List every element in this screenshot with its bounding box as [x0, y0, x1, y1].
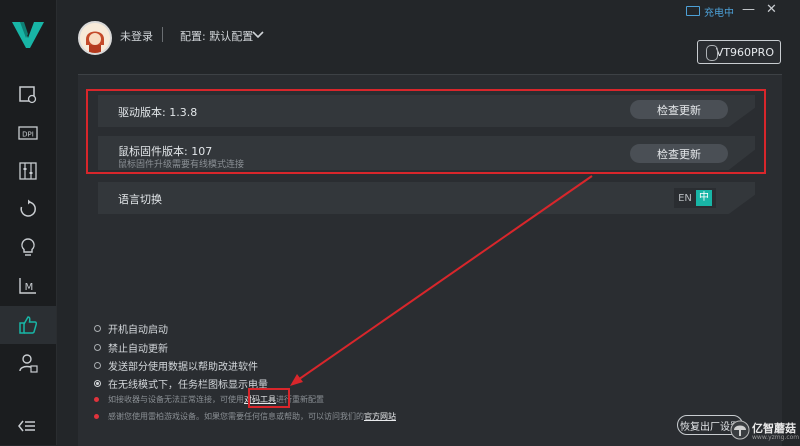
sidebar-item-lighting[interactable]	[0, 228, 56, 266]
option-label: 在无线模式下，任务栏图标显示电量	[108, 380, 268, 391]
login-status[interactable]: 未登录	[120, 28, 153, 44]
user-settings-icon	[19, 354, 38, 373]
avatar[interactable]	[78, 21, 112, 55]
device-selector-button[interactable]: VT960PRO	[697, 40, 781, 64]
thumbs-up-icon	[19, 316, 38, 334]
language-en-option[interactable]: EN	[674, 193, 696, 204]
annotation-box	[248, 388, 290, 408]
chevron-down-icon[interactable]	[252, 31, 264, 39]
radio-button[interactable]	[94, 362, 101, 369]
sidebar-item-macro[interactable]: M	[0, 266, 56, 304]
minimize-button[interactable]: —	[742, 2, 755, 17]
device-name: VT960PRO	[715, 45, 774, 59]
language-card: 语言切换	[98, 182, 755, 214]
option-label: 禁止自动更新	[108, 344, 168, 355]
note-text: 感谢您使用雷柏游戏设备。如果您需要任何信息或帮助，可以访问我们的	[108, 412, 364, 421]
sidebar-item-dpi[interactable]: DPI	[0, 114, 56, 152]
mouse-icon	[706, 45, 718, 61]
macro-icon: M	[19, 278, 36, 294]
option-autostart[interactable]: 开机自动启动	[94, 321, 168, 336]
charge-status: 充电中	[704, 8, 734, 19]
option-label: 开机自动启动	[108, 325, 168, 336]
note-text: 如接收器与设备无法正常连接，可使用	[108, 395, 244, 404]
equalizer-icon	[19, 162, 37, 180]
sidebar-item-display[interactable]	[0, 76, 56, 114]
sidebar-item-sync[interactable]	[0, 190, 56, 228]
collapse-sidebar-icon[interactable]	[16, 415, 38, 437]
watermark-url: www.yzmg.com	[752, 434, 800, 441]
bullet-dot	[94, 397, 99, 402]
option-disable-update[interactable]: 禁止自动更新	[94, 340, 168, 355]
svg-text:M: M	[25, 282, 34, 293]
battery-icon	[686, 6, 700, 16]
language-toggle[interactable]: EN 中	[674, 188, 716, 208]
divider	[162, 27, 163, 42]
official-website-link[interactable]: 官方网站	[364, 411, 396, 422]
avatar-image	[80, 23, 110, 53]
sidebar-item-equalizer[interactable]	[0, 152, 56, 190]
sidebar-item-user[interactable]	[0, 344, 56, 382]
display-settings-icon	[19, 86, 37, 104]
header: 未登录 配置: 默认配置 充电中 — ✕ VT960PRO	[56, 0, 800, 74]
sidebar-item-advanced[interactable]	[0, 306, 56, 344]
radio-button-selected[interactable]	[94, 380, 101, 387]
annotation-box	[86, 89, 766, 174]
thanks-note: 感谢您使用雷柏游戏设备。如果您需要任何信息或帮助，可以访问我们的 官方网站	[94, 411, 396, 422]
bullet-dot	[94, 414, 99, 419]
config-selector-label[interactable]: 配置: 默认配置	[180, 28, 253, 44]
option-label: 发送部分使用数据以帮助改进软件	[108, 362, 258, 373]
option-tray-battery[interactable]: 在无线模式下，任务栏图标显示电量	[94, 376, 268, 391]
language-label: 语言切换	[118, 193, 162, 206]
lightbulb-icon	[21, 238, 35, 256]
svg-text:DPI: DPI	[22, 131, 34, 139]
radio-button[interactable]	[94, 344, 101, 351]
dpi-icon: DPI	[18, 126, 38, 140]
sync-icon	[20, 199, 36, 217]
rapoo-v-logo	[12, 22, 44, 48]
language-zh-option[interactable]: 中	[696, 190, 712, 206]
radio-button[interactable]	[94, 325, 101, 332]
sidebar: DPI M	[0, 0, 57, 445]
close-button[interactable]: ✕	[766, 2, 777, 17]
option-send-usage-data[interactable]: 发送部分使用数据以帮助改进软件	[94, 358, 258, 373]
